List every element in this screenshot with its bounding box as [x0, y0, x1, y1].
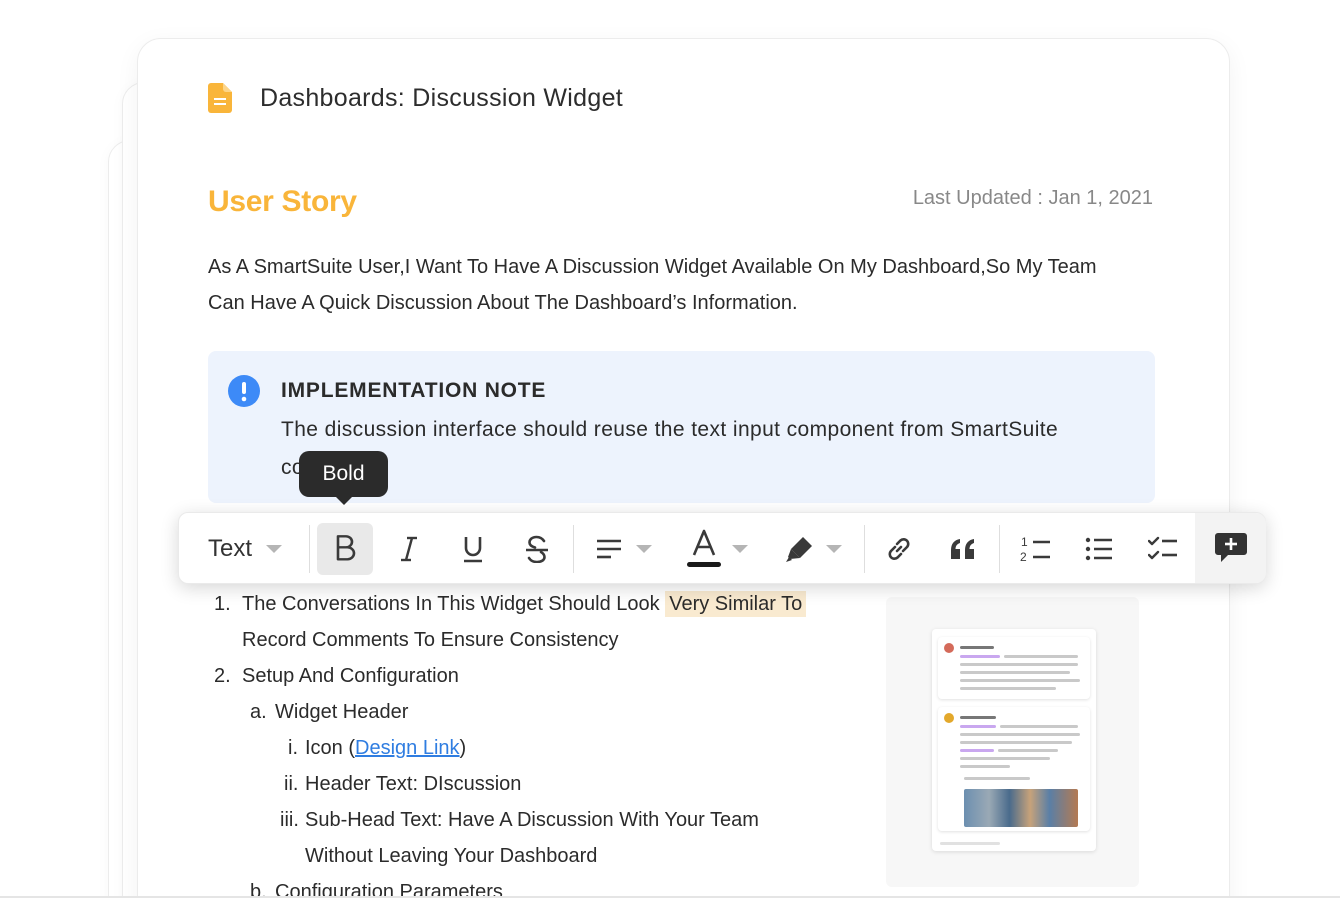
list-marker: ii. — [284, 773, 299, 795]
note-body: The discussion interface should reuse th… — [281, 411, 1141, 487]
info-icon — [228, 375, 260, 407]
highlighted-text: Very Similar To — [665, 591, 807, 617]
text-color-dropdown[interactable] — [679, 523, 755, 575]
underline-button[interactable] — [445, 523, 501, 575]
highlight-dropdown[interactable] — [775, 523, 851, 575]
document-header: Dashboards: Discussion Widget — [208, 83, 623, 113]
list-item-text: Sub-Head Text: Have A Discussion With Yo… — [305, 809, 759, 831]
design-link[interactable]: Design Link — [355, 737, 460, 759]
list-marker: 1. — [214, 593, 231, 615]
italic-button[interactable] — [381, 523, 437, 575]
list-item-text: Widget Header — [275, 701, 409, 723]
strikethrough-button[interactable] — [509, 523, 565, 575]
chevron-down-icon — [266, 545, 283, 553]
link-icon — [888, 538, 910, 560]
checklist-icon — [1148, 536, 1177, 560]
numbered-list-button[interactable]: 1 2 — [1007, 523, 1063, 575]
list-item-text: Icon (Design Link) — [305, 737, 467, 759]
avatar — [944, 713, 954, 723]
toolbar-divider — [999, 525, 1000, 573]
alignment-dropdown[interactable] — [587, 523, 661, 575]
block-type-label: Text — [208, 535, 253, 562]
preview-comment — [938, 637, 1090, 699]
highlight-icon — [786, 537, 812, 562]
preview-photo — [964, 789, 1078, 827]
block-type-dropdown[interactable]: Text — [193, 523, 297, 575]
preview-input — [940, 842, 1000, 845]
toolbar-divider — [573, 525, 574, 573]
list-item-continuation: Record Comments To Ensure Consistency — [242, 629, 619, 651]
chevron-down-icon — [826, 545, 842, 553]
list-marker: iii. — [280, 809, 299, 831]
list-item-text: Setup And Configuration — [242, 665, 459, 687]
list-item-continuation: Without Leaving Your Dashboard — [305, 845, 598, 867]
bold-tooltip: Bold — [299, 451, 388, 505]
quote-icon — [951, 539, 974, 559]
link-button[interactable] — [871, 523, 927, 575]
bulleted-list-button[interactable] — [1071, 523, 1127, 575]
list-marker: 2. — [214, 665, 231, 687]
underline-icon — [464, 537, 482, 563]
align-left-icon — [597, 539, 621, 559]
comments-preview-image — [932, 629, 1096, 851]
intro-line-1: As A SmartSuite User,I Want To Have A Di… — [208, 256, 1097, 278]
add-comment-button[interactable] — [1195, 513, 1266, 583]
last-updated-text: Last Updated : Jan 1, 2021 — [912, 187, 1153, 209]
bulleted-list-icon — [1085, 537, 1112, 561]
document-icon — [208, 83, 232, 113]
list-item-text: The Conversations In This Widget Should … — [242, 586, 807, 622]
user-story-paragraph[interactable]: As A SmartSuite User,I Want To Have A Di… — [208, 249, 1168, 321]
list-marker: b. — [250, 881, 267, 898]
section-title[interactable]: User Story — [208, 185, 357, 219]
list-item-text: Header Text: DIscussion — [305, 773, 522, 795]
list-marker: a. — [250, 701, 267, 723]
toolbar-divider — [309, 525, 310, 573]
note-heading: IMPLEMENTATION NOTE — [281, 379, 547, 402]
list-marker: i. — [288, 737, 298, 759]
add-comment-icon — [1214, 533, 1247, 562]
list-item-text: Configuration Parameters — [275, 881, 503, 898]
avatar — [944, 643, 954, 653]
text-color-icon — [687, 529, 721, 567]
quote-button[interactable] — [935, 523, 991, 575]
document-title[interactable]: Dashboards: Discussion Widget — [260, 84, 623, 113]
svg-text:2: 2 — [1020, 550, 1027, 564]
bold-icon — [336, 535, 356, 561]
checklist-button[interactable] — [1135, 523, 1191, 575]
strikethrough-icon — [526, 535, 548, 563]
comments-preview-panel — [886, 597, 1139, 887]
italic-icon — [401, 536, 417, 562]
intro-line-2: Can Have A Quick Discussion About The Da… — [208, 292, 798, 314]
note-line-2: co. — [281, 456, 388, 479]
note-line-1: The discussion interface should reuse th… — [281, 418, 1059, 441]
chevron-down-icon — [636, 545, 652, 553]
preview-comment — [938, 707, 1090, 831]
svg-text:1: 1 — [1021, 535, 1028, 549]
formatting-toolbar: Text 1 2 — [178, 512, 1266, 584]
bold-button[interactable] — [317, 523, 373, 575]
numbered-list-icon: 1 2 — [1020, 535, 1050, 564]
chevron-down-icon — [732, 545, 748, 553]
toolbar-divider — [864, 525, 865, 573]
